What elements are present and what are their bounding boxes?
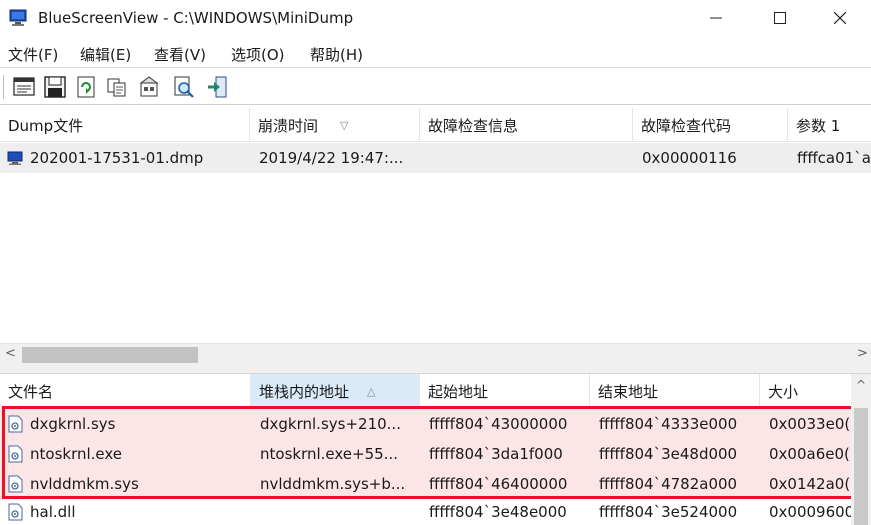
column-bug-check-code[interactable]: 故障检查代码 xyxy=(633,108,788,142)
app-icon xyxy=(9,9,27,26)
end-address-cell: fffff804`4782a000 xyxy=(599,475,738,493)
column-start-address[interactable]: 起始地址 xyxy=(420,374,590,408)
end-address-cell: fffff804`3e524000 xyxy=(599,503,738,521)
menu-options[interactable]: 选项(O) xyxy=(231,44,285,65)
dump-row[interactable]: 202001-17531-01.dmp 2019/4/22 19:47:... … xyxy=(0,143,871,173)
driver-row[interactable]: ntoskrnl.exe ntoskrnl.exe+55... fffff804… xyxy=(0,439,851,469)
driver-filename: hal.dll xyxy=(30,503,76,521)
stack-address-cell: dxgkrnl.sys+210... xyxy=(260,415,401,433)
column-dump-file[interactable]: Dump文件 xyxy=(0,108,250,142)
close-button[interactable] xyxy=(817,0,863,36)
horizontal-scrollbar[interactable]: < > xyxy=(0,343,871,365)
driver-filename: dxgkrnl.sys xyxy=(30,415,116,433)
title-bar: BlueScreenView - C:\WINDOWS\MiniDump xyxy=(0,0,871,38)
vertical-scroll-thumb[interactable] xyxy=(854,408,868,525)
maximize-icon xyxy=(774,12,786,24)
window-title: BlueScreenView - C:\WINDOWS\MiniDump xyxy=(38,9,354,27)
start-address-cell: fffff804`3e48e000 xyxy=(429,503,567,521)
toolbar-grip xyxy=(3,75,6,99)
column-crash-time[interactable]: 崩溃时间 ▽ xyxy=(250,108,420,142)
stack-address-cell: nvlddmkm.sys+b... xyxy=(260,475,406,493)
find-icon[interactable] xyxy=(172,75,196,99)
column-size[interactable]: 大小 xyxy=(760,374,851,408)
column-end-address[interactable]: 结束地址 xyxy=(590,374,760,408)
end-address-cell: fffff804`3e48d000 xyxy=(599,445,738,463)
start-address-cell: fffff804`3da1f000 xyxy=(429,445,563,463)
driver-file-icon xyxy=(8,475,23,493)
pane-splitter[interactable] xyxy=(0,365,871,374)
column-stack-address[interactable]: 堆栈内的地址 △ xyxy=(251,374,420,408)
param1-cell: ffffca01`a xyxy=(797,149,871,167)
column-param1[interactable]: 参数 1 xyxy=(788,108,871,142)
dump-file-icon xyxy=(7,151,23,165)
start-address-cell: fffff804`46400000 xyxy=(429,475,568,493)
column-bug-check-string[interactable]: 故障检查信息 xyxy=(420,108,633,142)
menu-edit[interactable]: 编辑(E) xyxy=(80,44,131,65)
size-cell: 0x0033e0( xyxy=(769,415,851,433)
driver-file-icon xyxy=(8,415,23,433)
properties-icon[interactable] xyxy=(12,75,36,99)
bug-check-code-cell: 0x00000116 xyxy=(642,149,737,167)
scroll-left-icon[interactable]: < xyxy=(5,346,16,361)
scroll-up-icon[interactable]: ^ xyxy=(856,378,866,392)
html-report-icon[interactable] xyxy=(138,75,162,99)
size-cell: 0x0142a0( xyxy=(769,475,851,493)
crash-time-cell: 2019/4/22 19:47:... xyxy=(259,149,404,167)
minimize-icon xyxy=(710,17,722,19)
driver-row[interactable]: hal.dll fffff804`3e48e000 fffff804`3e524… xyxy=(0,499,851,525)
size-cell: 0x00a6e0( xyxy=(769,445,850,463)
stack-address-cell xyxy=(251,499,420,525)
close-icon xyxy=(834,12,846,24)
dump-file-name: 202001-17531-01.dmp xyxy=(30,149,204,167)
horizontal-scroll-thumb[interactable] xyxy=(22,347,198,363)
sort-ascending-icon: △ xyxy=(367,384,376,398)
menu-file[interactable]: 文件(F) xyxy=(8,44,58,65)
menu-bar: 文件(F) 编辑(E) 查看(V) 选项(O) 帮助(H) xyxy=(0,38,871,68)
vertical-scrollbar[interactable]: ^ xyxy=(851,374,871,525)
stack-address-cell: ntoskrnl.exe+55... xyxy=(260,445,398,463)
bug-check-string-cell xyxy=(420,143,633,173)
menu-help[interactable]: 帮助(H) xyxy=(310,44,363,65)
start-address-cell: fffff804`43000000 xyxy=(429,415,568,433)
sort-descending-icon: ▽ xyxy=(340,118,349,132)
toolbar xyxy=(0,69,871,105)
driver-row[interactable]: dxgkrnl.sys dxgkrnl.sys+210... fffff804`… xyxy=(0,409,851,439)
minimize-button[interactable] xyxy=(693,0,739,36)
driver-filename: nvlddmkm.sys xyxy=(30,475,139,493)
menu-view[interactable]: 查看(V) xyxy=(154,44,206,65)
driver-list-header: 文件名 堆栈内的地址 △ 起始地址 结束地址 大小 xyxy=(0,374,851,408)
end-address-cell: fffff804`4333e000 xyxy=(599,415,738,433)
driver-file-icon xyxy=(8,445,23,463)
maximize-button[interactable] xyxy=(757,0,803,36)
save-icon[interactable] xyxy=(43,75,67,99)
scroll-right-icon[interactable]: > xyxy=(857,346,868,361)
dump-list-header: Dump文件 崩溃时间 ▽ 故障检查信息 故障检查代码 参数 1 xyxy=(0,108,871,142)
copy-icon[interactable] xyxy=(105,75,129,99)
exit-icon[interactable] xyxy=(205,75,229,99)
size-cell: 0x0009600 xyxy=(769,503,851,521)
refresh-icon[interactable] xyxy=(74,75,98,99)
driver-row[interactable]: nvlddmkm.sys nvlddmkm.sys+b... fffff804`… xyxy=(0,469,851,499)
driver-file-icon xyxy=(8,503,23,521)
column-filename[interactable]: 文件名 xyxy=(0,374,251,408)
driver-filename: ntoskrnl.exe xyxy=(30,445,123,463)
